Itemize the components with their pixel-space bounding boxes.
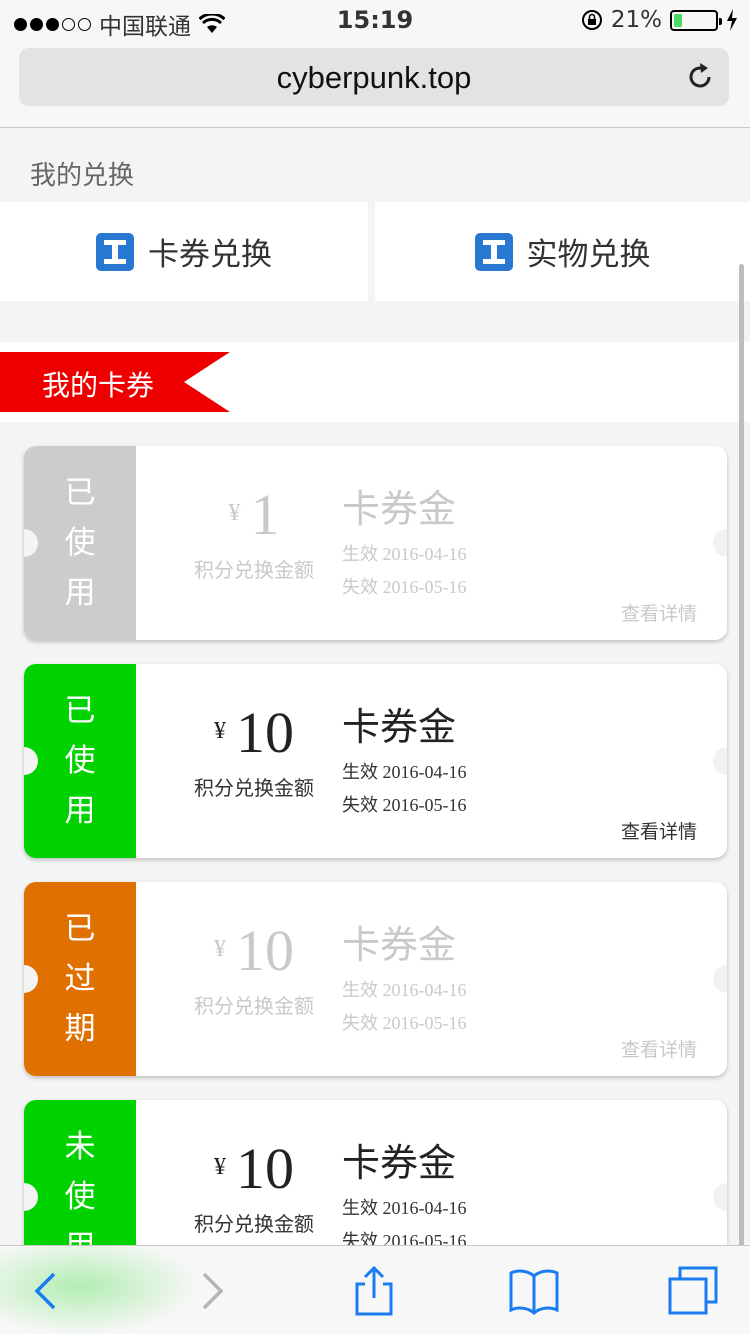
coupon-title: 卡券金 <box>342 923 457 967</box>
status-char: 已 <box>64 693 96 729</box>
exchange-icon <box>474 232 513 271</box>
status-char: 使 <box>64 1179 96 1215</box>
currency-symbol: ¥ <box>228 500 241 526</box>
status-char: 使 <box>64 525 96 561</box>
end-date: 2016-05-16 <box>382 1013 467 1033</box>
scrollbar[interactable] <box>739 264 744 1245</box>
end-key: 失效 <box>342 795 378 816</box>
coupon-status-badge: 未使用 <box>24 1100 136 1245</box>
my-cards-header: 我的卡券 <box>0 342 750 422</box>
coupon-card[interactable]: 已过期 ¥10 积分兑换金额 卡券金生效 2016-04-16 失效 2016-05-1… <box>24 882 727 1076</box>
validity-dates: 生效 2016-04-16 失效 2016-05-16 <box>342 974 467 1040</box>
start-key: 生效 <box>342 544 378 565</box>
end-key: 失效 <box>342 1013 378 1034</box>
exchange-section-title: 我的兑换 <box>30 161 135 191</box>
coupon-amount: ¥10 <box>154 699 354 766</box>
end-date: 2016-05-16 <box>382 1231 467 1245</box>
ribbon-label: 我的卡券 <box>42 369 155 402</box>
start-date: 2016-04-16 <box>382 762 467 782</box>
status-char: 用 <box>65 1222 96 1245</box>
coupon-title: 卡券金 <box>342 487 457 531</box>
status-right: 21% <box>581 7 738 33</box>
browser-toolbar <box>0 1245 750 1334</box>
currency-symbol: ¥ <box>214 1154 226 1180</box>
rotation-lock-icon <box>581 10 602 30</box>
tab-goods-exchange[interactable]: 实物兑换 <box>375 202 750 301</box>
tab-label: 卡券兑换 <box>148 237 272 273</box>
battery-percent: 21% <box>610 7 662 33</box>
coupon-amount: ¥1 <box>154 481 354 548</box>
view-details-link[interactable]: 查看详情 <box>621 1035 697 1062</box>
browser-header: cyberpunk.top <box>0 40 750 128</box>
coupon-card[interactable]: 已使用 ¥10 积分兑换金额 卡券金生效 2016-04-16 失效 2016-05-1… <box>24 664 727 858</box>
tabs-icon[interactable] <box>666 1266 720 1316</box>
tab-card-exchange[interactable]: 卡券兑换 <box>0 202 368 301</box>
validity-dates: 生效 2016-04-16 失效 2016-05-16 <box>342 538 467 604</box>
amount-value: 10 <box>236 1136 294 1201</box>
forward-icon[interactable] <box>184 1266 238 1316</box>
address-bar[interactable]: cyberpunk.top <box>19 48 729 106</box>
coupon-status-badge: 已使用 <box>24 664 136 858</box>
amount-value: 10 <box>236 918 294 983</box>
page-content: 我的兑换 卡券兑换 实物兑换 我的卡券 已使用 ¥1 积分兑换金额 卡券金 生效 201… <box>0 129 750 1245</box>
start-key: 生效 <box>342 762 378 783</box>
amount-label: 积分兑换金额 <box>194 994 314 1018</box>
status-char: 已 <box>64 475 96 511</box>
status-char: 用 <box>64 793 96 829</box>
coupon-status-badge: 已过期 <box>24 882 136 1076</box>
my-cards-ribbon: 我的卡券 <box>0 352 230 412</box>
status-bar: 中国联通 15:19 21% <box>0 0 750 40</box>
bookmarks-icon[interactable] <box>507 1266 561 1316</box>
start-date: 2016-04-16 <box>382 544 467 564</box>
currency-symbol: ¥ <box>214 718 226 744</box>
coupon-amount: ¥10 <box>154 917 354 984</box>
end-key: 失效 <box>342 577 378 598</box>
exchange-icon <box>96 232 134 271</box>
validity-dates: 生效 2016-04-16 失效 2016-05-16 <box>342 756 467 822</box>
start-date: 2016-04-16 <box>382 1198 467 1218</box>
amount-label: 积分兑换金额 <box>194 1212 314 1236</box>
amount-value: 10 <box>236 700 294 765</box>
view-details-link[interactable]: 查看详情 <box>621 599 697 626</box>
coupon-card[interactable]: 已使用 ¥1 积分兑换金额 卡券金生效 2016-04-16 失效 2016-05-16… <box>24 446 727 640</box>
end-date: 2016-05-16 <box>382 795 467 815</box>
url-text[interactable]: cyberpunk.top <box>19 60 729 96</box>
end-key: 失效 <box>342 1231 378 1245</box>
status-char: 未 <box>64 1129 96 1165</box>
status-char: 已 <box>64 911 96 947</box>
coupon-status-badge: 已使用 <box>24 446 136 640</box>
ticket-notch <box>713 529 727 557</box>
amount-value: 1 <box>250 482 280 547</box>
amount-label: 积分兑换金额 <box>194 558 314 582</box>
start-date: 2016-04-16 <box>382 980 467 1000</box>
coupon-card[interactable]: 未使用 ¥10 积分兑换金额 卡券金生效 2016-04-16 失效 2016-05-1… <box>24 1100 727 1245</box>
share-icon[interactable] <box>347 1266 401 1316</box>
coupon-title: 卡券金 <box>342 705 457 749</box>
ticket-notch <box>713 747 727 775</box>
end-date: 2016-05-16 <box>382 577 467 597</box>
ticket-notch <box>713 965 727 993</box>
amount-label: 积分兑换金额 <box>194 776 314 800</box>
status-char: 使 <box>64 743 96 779</box>
battery-icon <box>670 9 722 31</box>
currency-symbol: ¥ <box>214 936 226 962</box>
coupon-amount: ¥10 <box>154 1135 354 1202</box>
charging-bolt-icon <box>727 9 737 31</box>
start-key: 生效 <box>342 1198 378 1219</box>
status-char: 过 <box>64 961 96 997</box>
back-icon[interactable] <box>22 1266 76 1316</box>
status-char: 期 <box>64 1011 96 1047</box>
tab-label: 实物兑换 <box>526 237 651 273</box>
start-key: 生效 <box>342 980 378 1001</box>
reload-icon[interactable] <box>685 62 715 92</box>
coupon-title: 卡券金 <box>342 1141 457 1185</box>
validity-dates: 生效 2016-04-16 失效 2016-05-16 <box>342 1192 467 1245</box>
status-char: 用 <box>64 575 96 611</box>
ticket-notch <box>713 1183 727 1211</box>
view-details-link[interactable]: 查看详情 <box>621 817 697 844</box>
